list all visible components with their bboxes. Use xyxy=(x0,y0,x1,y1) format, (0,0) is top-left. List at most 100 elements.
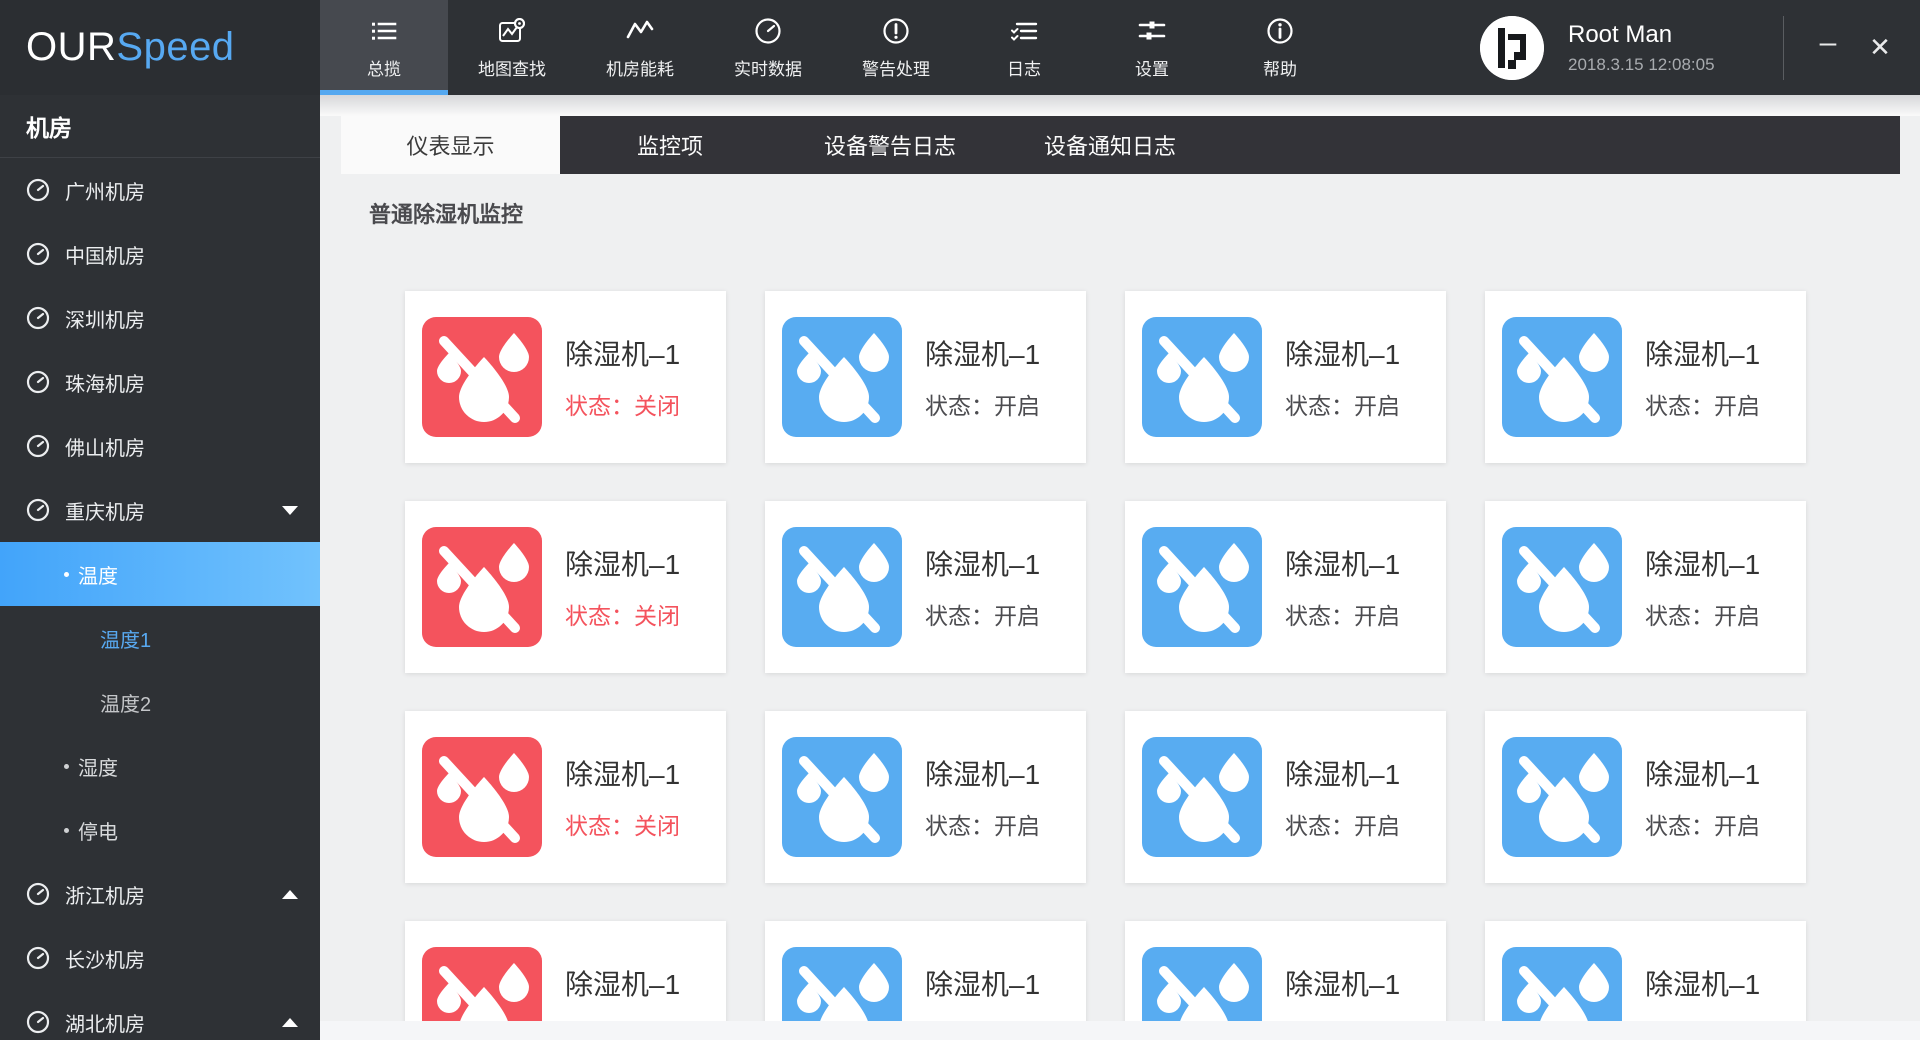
energy-pulse-icon xyxy=(625,16,655,46)
nav-item-label: 设置 xyxy=(1135,55,1169,80)
device-status: 状态：开启 xyxy=(1285,387,1400,421)
nav-item-overview[interactable]: 总揽 xyxy=(320,0,448,95)
dehumidifier-off-icon xyxy=(422,527,542,647)
sidebar-item-temperature-2[interactable]: 温度2 xyxy=(0,670,320,734)
sidebar-item-label: 湿度 xyxy=(78,752,118,781)
sidebar-item-room-china[interactable]: 中国机房 xyxy=(0,222,320,286)
sidebar-item-temperature[interactable]: 温度 xyxy=(0,542,320,606)
tab-label: 监控项 xyxy=(637,129,703,161)
nav-item-settings[interactable]: 设置 xyxy=(1088,0,1216,95)
device-card[interactable]: 除湿机–1 状态：开启 xyxy=(765,711,1086,883)
close-button[interactable]: ✕ xyxy=(1854,0,1906,95)
main-content: 仪表显示 监控项 设备警告日志 设备通知日志 普通除湿机监控 除湿机–1 状态：… xyxy=(320,95,1920,1040)
dehumidifier-off-icon xyxy=(422,317,542,437)
device-title: 除湿机–1 xyxy=(1285,543,1400,583)
nav-item-energy[interactable]: 机房能耗 xyxy=(576,0,704,95)
realtime-gauge-icon xyxy=(753,16,783,46)
sidebar-item-room-guangzhou[interactable]: 广州机房 xyxy=(0,158,320,222)
tab-label: 设备通知日志 xyxy=(1044,129,1176,161)
sidebar-item-room-hubei[interactable]: 湖北机房 xyxy=(0,990,320,1040)
device-card[interactable]: 除湿机–1 状态：开启 xyxy=(1485,291,1806,463)
sidebar-item-label: 浙江机房 xyxy=(65,880,145,909)
top-bar: OURSpeed 总揽 地图查找 机房能耗 xyxy=(0,0,1920,95)
dehumidifier-on-icon xyxy=(1142,317,1262,437)
device-card[interactable]: 除湿机–1 状态：开启 xyxy=(1125,501,1446,673)
sidebar-item-label: 广州机房 xyxy=(65,176,145,205)
sidebar-item-label: 珠海机房 xyxy=(65,368,145,397)
nav-item-realtime[interactable]: 实时数据 xyxy=(704,0,832,95)
device-title: 除湿机–1 xyxy=(565,753,680,793)
nav-item-label: 地图查找 xyxy=(478,55,546,80)
nav-item-label: 警告处理 xyxy=(862,55,930,80)
sidebar: 机房 广州机房 中国机房 深圳机房 珠海机房 佛山机房 重庆机房 温度 xyxy=(0,95,320,1040)
chevron-up-icon[interactable] xyxy=(282,890,298,899)
device-title: 除湿机–1 xyxy=(925,753,1040,793)
device-card[interactable]: 除湿机–1 状态：关闭 xyxy=(405,291,726,463)
tab-device-notice-log[interactable]: 设备通知日志 xyxy=(1000,116,1220,174)
sidebar-item-label: 温度 xyxy=(78,560,118,589)
sidebar-item-room-changsha[interactable]: 长沙机房 xyxy=(0,926,320,990)
sidebar-item-room-zhejiang[interactable]: 浙江机房 xyxy=(0,862,320,926)
device-card[interactable]: 除湿机–1 状态：开启 xyxy=(765,291,1086,463)
chevron-up-icon[interactable] xyxy=(282,1018,298,1027)
user-datetime: 2018.3.15 12:08:05 xyxy=(1568,55,1783,75)
nav-item-logs[interactable]: 日志 xyxy=(960,0,1088,95)
device-card[interactable]: 除湿机–1 状态：开启 xyxy=(1485,711,1806,883)
sidebar-item-temperature-1[interactable]: 温度1 xyxy=(0,606,320,670)
device-card[interactable]: 除湿机–1 状态：开启 xyxy=(1485,501,1806,673)
dehumidifier-on-icon xyxy=(1502,737,1622,857)
device-status: 状态：开启 xyxy=(1285,597,1400,631)
content-top-gradient xyxy=(320,95,1920,116)
dehumidifier-on-icon xyxy=(1142,527,1262,647)
device-status: 状态：关闭 xyxy=(565,597,680,631)
sidebar-item-room-chongqing[interactable]: 重庆机房 xyxy=(0,478,320,542)
bullet-icon xyxy=(64,828,69,833)
dehumidifier-off-icon xyxy=(422,737,542,857)
nav-item-help[interactable]: 帮助 xyxy=(1216,0,1344,95)
settings-sliders-icon xyxy=(1137,16,1167,46)
nav-item-alerts[interactable]: 警告处理 xyxy=(832,0,960,95)
dehumidifier-on-icon xyxy=(782,317,902,437)
device-card[interactable]: 除湿机–1 状态：关闭 xyxy=(405,711,726,883)
device-card[interactable]: 除湿机–1 状态：开启 xyxy=(1125,711,1446,883)
nav-item-map-search[interactable]: 地图查找 xyxy=(448,0,576,95)
nav-item-label: 帮助 xyxy=(1263,55,1297,80)
avatar[interactable] xyxy=(1480,16,1544,80)
tab-device-warning-log[interactable]: 设备警告日志 xyxy=(780,116,1000,174)
sidebar-item-power-outage[interactable]: 停电 xyxy=(0,798,320,862)
device-card[interactable]: 除湿机–1 状态：开启 xyxy=(765,501,1086,673)
nav-item-label: 总揽 xyxy=(367,55,401,80)
header-divider xyxy=(1783,16,1784,80)
tab-gauge-display[interactable]: 仪表显示 xyxy=(341,116,560,174)
tab-monitor-items[interactable]: 监控项 xyxy=(560,116,780,174)
device-card[interactable]: 除湿机–1 状态：开启 xyxy=(1125,291,1446,463)
device-status: 状态：开启 xyxy=(925,807,1040,841)
minimize-icon: – xyxy=(1820,26,1837,60)
logo-text: OURSpeed xyxy=(26,25,235,70)
sidebar-item-room-foshan[interactable]: 佛山机房 xyxy=(0,414,320,478)
sidebar-item-room-shenzhen[interactable]: 深圳机房 xyxy=(0,286,320,350)
logo-primary: OUR xyxy=(26,25,116,69)
top-nav: 总揽 地图查找 机房能耗 实时数据 xyxy=(320,0,1344,95)
device-title: 除湿机–1 xyxy=(1285,753,1400,793)
device-title: 除湿机–1 xyxy=(1645,963,1760,1003)
sidebar-item-humidity[interactable]: 湿度 xyxy=(0,734,320,798)
sidebar-item-room-zhuhai[interactable]: 珠海机房 xyxy=(0,350,320,414)
map-search-icon xyxy=(497,16,527,46)
dehumidifier-on-icon xyxy=(1142,737,1262,857)
device-card[interactable]: 除湿机–1 状态：关闭 xyxy=(405,501,726,673)
gauge-icon xyxy=(26,434,50,458)
device-title: 除湿机–1 xyxy=(565,963,680,1003)
tab-bar-dark: 监控项 设备警告日志 设备通知日志 xyxy=(560,116,1900,174)
dehumidifier-on-icon xyxy=(782,527,902,647)
gauge-icon xyxy=(26,882,50,906)
dehumidifier-on-icon xyxy=(782,737,902,857)
tab-label: 仪表显示 xyxy=(406,129,494,161)
sidebar-item-label: 长沙机房 xyxy=(65,944,145,973)
user-area: Root Man 2018.3.15 12:08:05 – ✕ xyxy=(1480,0,1920,95)
dehumidifier-on-icon xyxy=(1502,527,1622,647)
chevron-down-icon[interactable] xyxy=(282,506,298,515)
minimize-button[interactable]: – xyxy=(1802,0,1854,95)
app-logo: OURSpeed xyxy=(0,0,320,95)
device-status: 状态：关闭 xyxy=(565,807,680,841)
